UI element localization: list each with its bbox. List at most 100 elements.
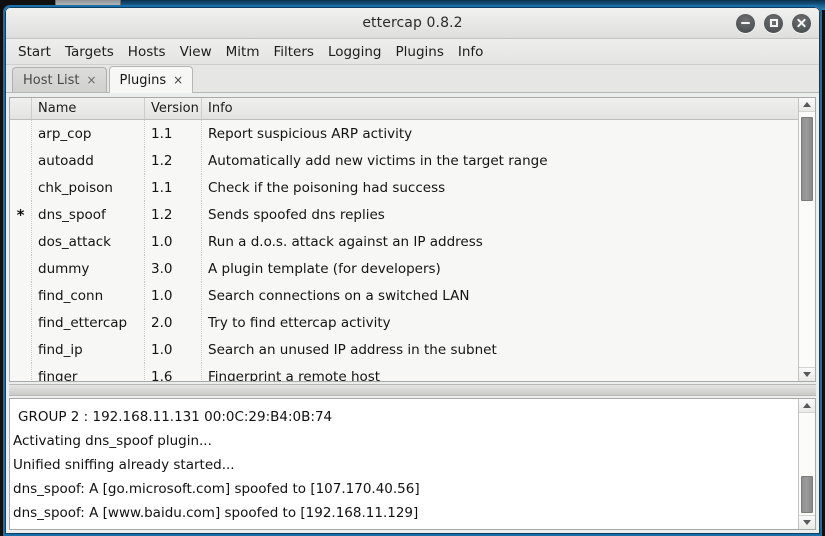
row-name: dos_attack	[32, 228, 145, 255]
row-version: 1.0	[145, 336, 202, 363]
row-info: Search an unused IP address in the subne…	[208, 341, 497, 358]
row-name: find_conn	[32, 282, 145, 309]
row-name: find_ettercap	[32, 309, 145, 336]
row-version: 1.2	[145, 201, 202, 228]
row-mark	[10, 363, 32, 381]
scroll-down-arrow-icon[interactable]	[799, 367, 815, 381]
table-row[interactable]: dos_attack 1.0 Run a d.o.s. attack again…	[10, 228, 798, 255]
menu-item-logging[interactable]: Logging	[321, 42, 389, 62]
row-version: 1.1	[145, 174, 202, 201]
row-name: arp_cop	[32, 120, 145, 147]
row-name: find_ip	[32, 336, 145, 363]
minimize-icon	[741, 22, 750, 24]
maximize-icon	[769, 19, 778, 27]
tab-bar: Host List × Plugins ×	[5, 65, 820, 93]
table-row[interactable]: dummy 3.0 A plugin template (for develop…	[10, 255, 798, 282]
window-title: ettercap 0.8.2	[362, 14, 463, 31]
desktop-background: ettercap 0.8.2 Start Targets Hosts View …	[0, 0, 825, 536]
close-icon	[796, 18, 807, 29]
log-text-area[interactable]: GROUP 2 : 192.168.11.131 00:0C:29:B4:0B:…	[10, 399, 798, 529]
row-name: dummy	[32, 255, 145, 282]
row-info: Sends spoofed dns replies	[208, 206, 385, 223]
table-row[interactable]: find_conn 1.0 Search connections on a sw…	[10, 282, 798, 309]
plugin-list-scroll-thumb[interactable]	[801, 117, 813, 202]
menu-item-info[interactable]: Info	[451, 42, 491, 62]
row-info: Fingerprint a remote host	[208, 368, 381, 382]
row-mark	[10, 228, 32, 255]
row-name: finger	[32, 363, 145, 381]
menu-item-mitm[interactable]: Mitm	[219, 42, 267, 62]
row-info: Automatically add new victims in the tar…	[208, 152, 548, 169]
tab-host-list-close-icon[interactable]: ×	[86, 74, 96, 86]
window-controls	[736, 7, 811, 39]
row-name: chk_poison	[32, 174, 145, 201]
tab-plugins-close-icon[interactable]: ×	[173, 74, 183, 86]
log-scroll-thumb[interactable]	[801, 476, 813, 513]
log-scrollbar[interactable]	[798, 399, 815, 529]
plugin-list-scroll-track[interactable]	[799, 112, 815, 367]
table-row[interactable]: chk_poison 1.1 Check if the poisoning ha…	[10, 174, 798, 201]
row-mark	[10, 309, 32, 336]
row-version: 3.0	[145, 255, 202, 282]
tab-plugins-label: Plugins	[119, 72, 167, 88]
row-info: Try to find ettercap activity	[208, 314, 391, 331]
menu-item-targets[interactable]: Targets	[58, 42, 121, 62]
log-line: GROUP 2 : 192.168.11.131 00:0C:29:B4:0B:…	[18, 409, 333, 425]
plugin-table-header: Name Version Info	[10, 98, 798, 120]
row-info: Run a d.o.s. attack against an IP addres…	[208, 233, 483, 250]
log-scroll-track[interactable]	[799, 413, 815, 515]
table-row[interactable]: autoadd 1.2 Automatically add new victim…	[10, 147, 798, 174]
plugin-list-body: Name Version Info arp_cop 1.1 Report sus…	[10, 98, 798, 381]
tab-plugins[interactable]: Plugins ×	[108, 66, 194, 93]
log-line: Unified sniffing already started...	[13, 457, 235, 473]
row-mark	[10, 120, 32, 147]
column-header-name[interactable]: Name	[32, 98, 145, 119]
log-scroll-up-arrow-icon[interactable]	[799, 399, 815, 413]
row-mark	[10, 336, 32, 363]
row-version: 1.1	[145, 120, 202, 147]
row-mark	[10, 282, 32, 309]
title-bar[interactable]: ettercap 0.8.2	[5, 7, 820, 39]
menu-item-plugins[interactable]: Plugins	[389, 42, 451, 62]
tab-host-list[interactable]: Host List ×	[12, 67, 107, 92]
menu-item-start[interactable]: Start	[11, 42, 58, 62]
row-info: Check if the poisoning had success	[208, 179, 446, 196]
column-header-version[interactable]: Version	[145, 98, 202, 119]
row-info: Report suspicious ARP activity	[208, 125, 413, 142]
log-line: Activating dns_spoof plugin...	[13, 433, 212, 449]
menu-item-view[interactable]: View	[173, 42, 219, 62]
row-info: Search connections on a switched LAN	[208, 287, 470, 304]
plugin-list-pane: Name Version Info arp_cop 1.1 Report sus…	[9, 97, 816, 382]
row-version: 1.0	[145, 228, 202, 255]
menu-item-filters[interactable]: Filters	[266, 42, 320, 62]
row-version: 2.0	[145, 309, 202, 336]
column-header-mark[interactable]	[10, 98, 32, 119]
plugin-table-rows: arp_cop 1.1 Report suspicious ARP activi…	[10, 120, 798, 381]
log-line: dns_spoof: A [go.microsoft.com] spoofed …	[13, 481, 420, 497]
row-mark: *	[10, 201, 32, 228]
maximize-button[interactable]	[764, 13, 783, 33]
pane-splitter[interactable]	[9, 384, 816, 396]
row-name: dns_spoof	[32, 201, 145, 228]
table-row[interactable]: find_ettercap 2.0 Try to find ettercap a…	[10, 309, 798, 336]
menu-bar: Start Targets Hosts View Mitm Filters Lo…	[5, 39, 820, 65]
table-row[interactable]: finger 1.6 Fingerprint a remote host	[10, 363, 798, 381]
menu-item-hosts[interactable]: Hosts	[121, 42, 173, 62]
scroll-up-arrow-icon[interactable]	[799, 98, 815, 112]
close-button[interactable]	[792, 13, 811, 33]
row-mark	[10, 255, 32, 282]
row-info: A plugin template (for developers)	[208, 260, 441, 277]
table-row[interactable]: arp_cop 1.1 Report suspicious ARP activi…	[10, 120, 798, 147]
plugin-list-scrollbar[interactable]	[798, 98, 815, 381]
table-row[interactable]: * dns_spoof 1.2 Sends spoofed dns replie…	[10, 201, 798, 228]
row-mark	[10, 147, 32, 174]
log-scroll-down-arrow-icon[interactable]	[799, 515, 815, 529]
tab-host-list-label: Host List	[23, 72, 80, 88]
column-header-info[interactable]: Info	[202, 98, 798, 119]
log-line: dns_spoof: A [www.baidu.com] spoofed to …	[13, 505, 419, 521]
log-pane: GROUP 2 : 192.168.11.131 00:0C:29:B4:0B:…	[9, 398, 816, 530]
row-name: autoadd	[32, 147, 145, 174]
row-mark	[10, 174, 32, 201]
table-row[interactable]: find_ip 1.0 Search an unused IP address …	[10, 336, 798, 363]
minimize-button[interactable]	[736, 13, 755, 33]
